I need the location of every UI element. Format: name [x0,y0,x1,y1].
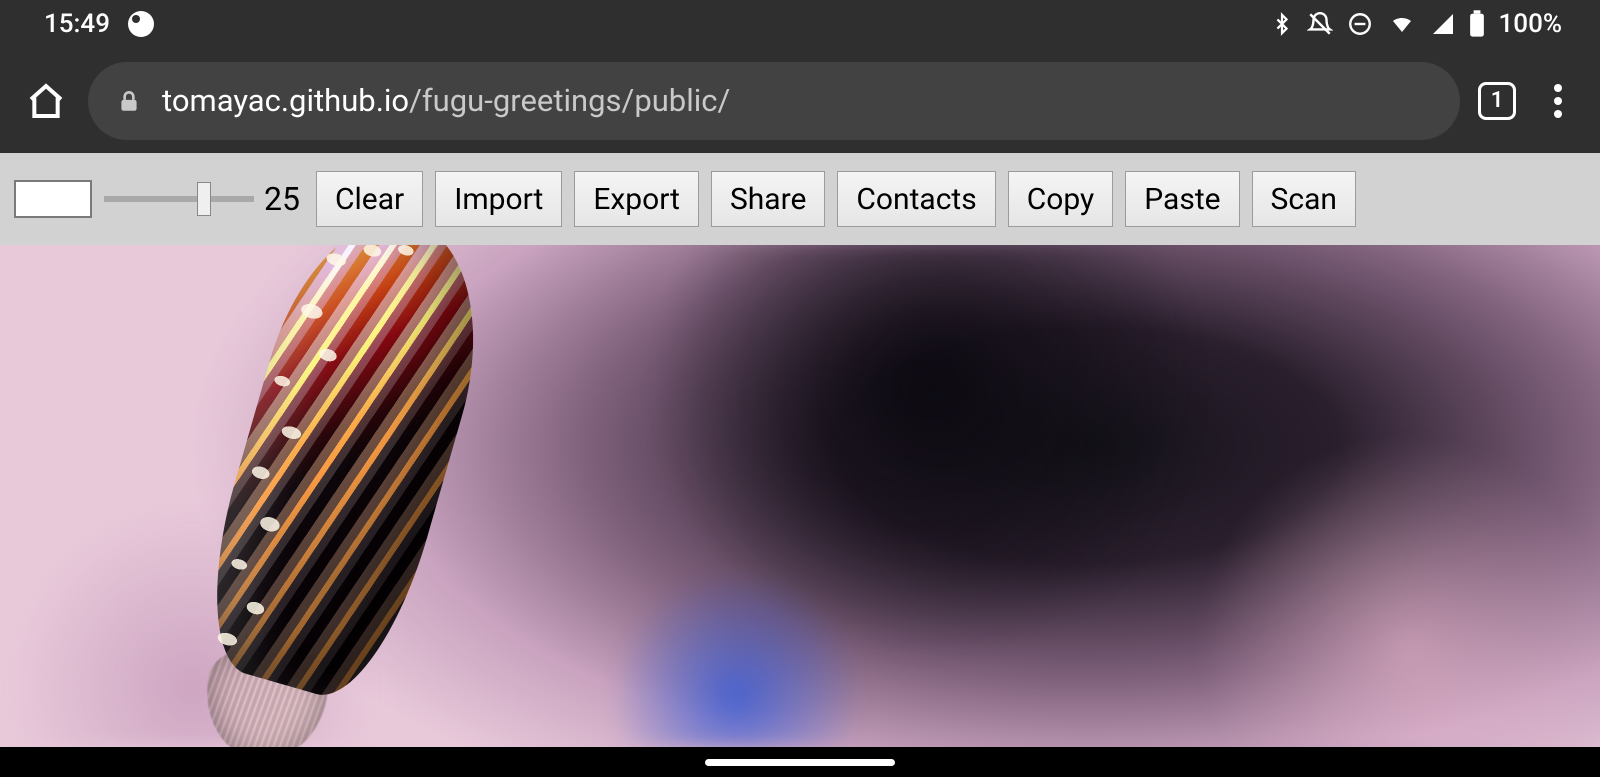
share-button[interactable]: Share [711,171,825,227]
brush-size-slider[interactable] [104,190,254,208]
canvas-image [60,245,640,747]
paste-button[interactable]: Paste [1125,171,1239,227]
clear-button[interactable]: Clear [316,171,423,227]
battery-icon [1469,10,1485,38]
data-saver-icon [128,11,154,37]
export-button[interactable]: Export [574,171,699,227]
overflow-menu-button[interactable] [1534,77,1582,125]
home-button[interactable] [22,77,70,125]
copy-button[interactable]: Copy [1008,171,1114,227]
wifi-icon [1387,12,1417,36]
menu-dots-icon [1554,84,1562,92]
android-status-bar: 15:49 100% [0,0,1600,48]
slider-thumb[interactable] [197,182,211,216]
tabs-button[interactable]: 1 [1478,82,1516,120]
brush-size-value: 25 [264,180,300,218]
color-picker[interactable] [14,180,92,218]
url-host: tomayac.github.io [162,82,409,119]
gesture-pill[interactable] [705,759,895,766]
contacts-button[interactable]: Contacts [837,171,995,227]
battery-percent: 100% [1499,9,1562,39]
url-path: /fugu-greetings/public/ [409,82,730,119]
tab-count: 1 [1491,88,1504,113]
lock-icon [116,88,142,114]
app-toolbar: 25 Clear Import Export Share Contacts Co… [0,153,1600,245]
notifications-off-icon [1307,10,1333,38]
cellular-signal-icon [1431,12,1455,36]
bluetooth-icon [1271,10,1293,38]
import-button[interactable]: Import [435,171,562,227]
address-bar[interactable]: tomayac.github.io/fugu-greetings/public/ [88,62,1460,140]
drawing-canvas[interactable] [0,245,1600,747]
browser-toolbar: tomayac.github.io/fugu-greetings/public/… [0,48,1600,153]
scan-button[interactable]: Scan [1252,171,1356,227]
url-text: tomayac.github.io/fugu-greetings/public/ [162,82,730,119]
android-gesture-bar [0,747,1600,777]
home-icon [26,81,66,121]
do-not-disturb-icon [1347,11,1373,37]
status-time: 15:49 [44,9,110,39]
